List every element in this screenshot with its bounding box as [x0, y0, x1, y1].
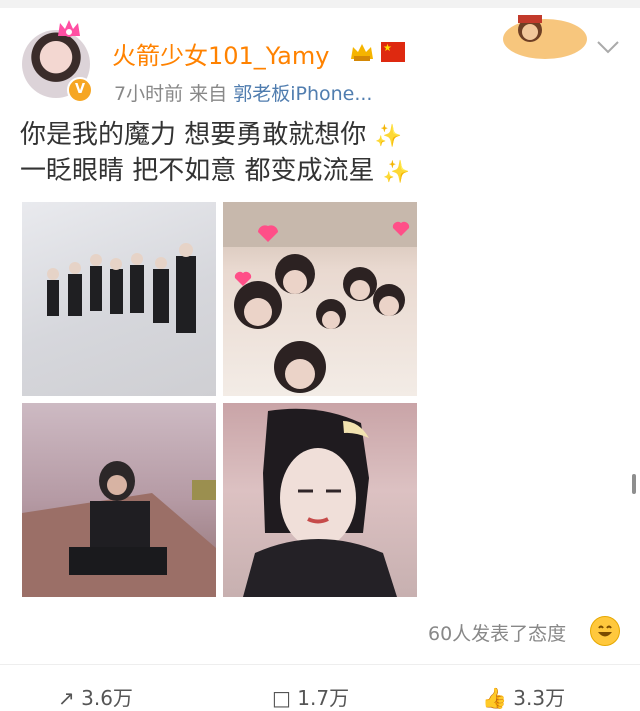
username[interactable]: 火箭少女101_Yamy [112, 36, 329, 71]
post-photo-2[interactable] [223, 202, 417, 396]
share-icon: ↗ [58, 686, 75, 710]
post-text-line-1: 你是我的魔力 想要勇敢就想你 ✨ [20, 120, 402, 150]
action-divider [0, 664, 640, 665]
like-action[interactable]: 👍 3.3万 [482, 682, 565, 711]
share-action[interactable]: ↗ 3.6万 [58, 682, 133, 711]
comment-icon: □ [272, 686, 291, 710]
laughing-emoji-icon[interactable] [590, 616, 620, 646]
post-photo-3[interactable] [22, 403, 216, 597]
china-flag-icon: ★ [381, 42, 405, 62]
verified-badge-icon: V [67, 77, 93, 103]
sparkle-icon: ✨ [374, 124, 402, 149]
source-prefix: 来自 [189, 83, 228, 105]
post-photo-1[interactable] [22, 202, 216, 396]
comment-count: 1.7万 [297, 686, 350, 710]
scrollbar-thumb[interactable] [632, 474, 636, 494]
vip-crown-icon [351, 44, 373, 61]
sparkle-icon: ✨ [382, 160, 411, 185]
like-count: 3.3万 [513, 686, 566, 710]
post-text-line-2: 一眨眼睛 把不如意 都变成流星 ✨ [20, 156, 411, 186]
comment-action[interactable]: □ 1.7万 [272, 682, 349, 711]
monkey-sticker-icon [503, 15, 587, 59]
post-time: 7小时前 [114, 83, 184, 105]
chevron-down-icon[interactable] [596, 38, 620, 56]
like-icon: 👍 [482, 686, 507, 710]
pink-crown-icon [58, 20, 80, 37]
post-photo-4[interactable] [223, 403, 417, 597]
source-link[interactable]: 郭老板iPhone... [233, 83, 372, 105]
post-meta: 7小时前 来自 郭老板iPhone... [114, 79, 372, 106]
share-count: 3.6万 [81, 686, 133, 710]
reaction-count[interactable]: 60人发表了态度 [428, 619, 566, 646]
